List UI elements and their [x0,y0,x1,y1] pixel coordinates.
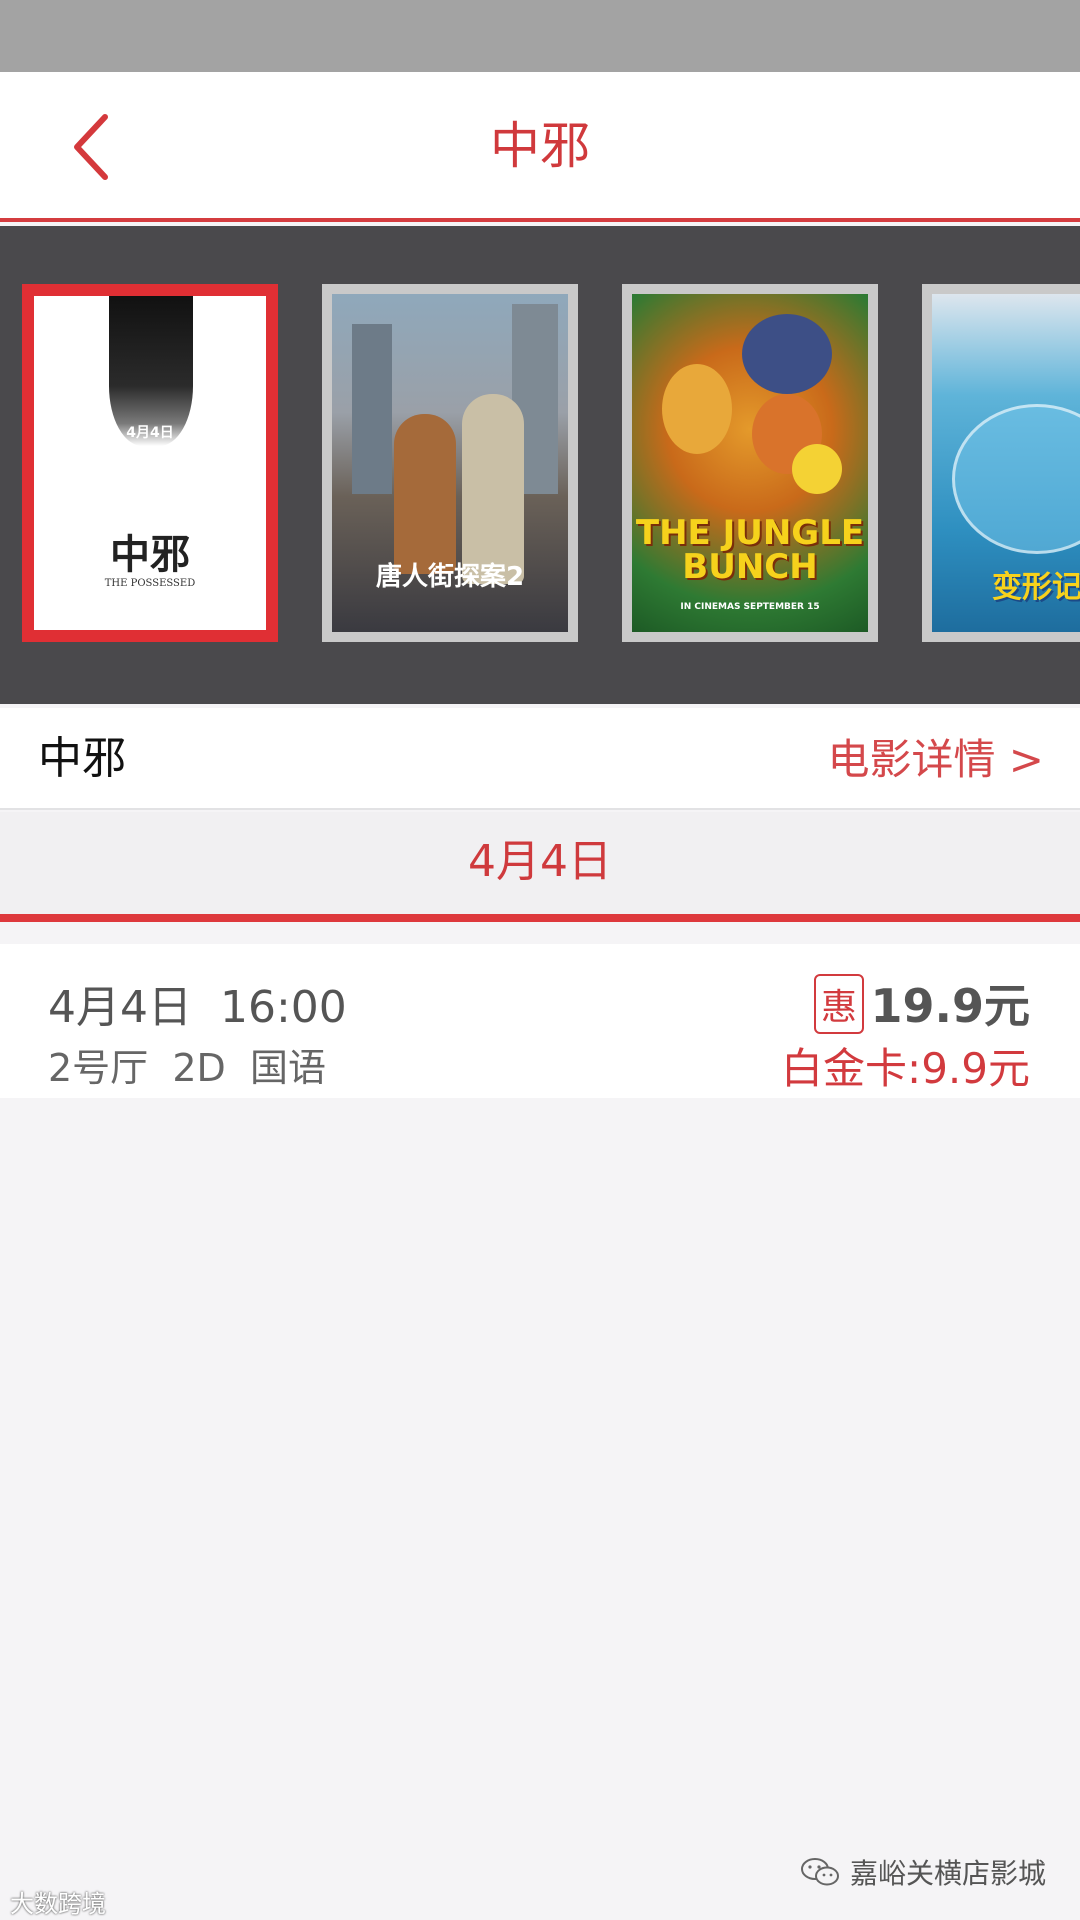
page-title: 中邪 [490,117,590,175]
promo-badge: 惠 [814,974,864,1034]
show-language: 国语 [249,1046,326,1090]
movie-info-row: 中邪 电影详情 > [0,708,1080,810]
poster-art [352,324,392,494]
status-bar [0,0,1080,72]
show-time: 16:00 [219,982,347,1033]
movie-detail-link[interactable]: 电影详情 > [827,732,1044,788]
watermark-text: 嘉峪关横店影城 [849,1857,1046,1890]
member-price: 白金卡:9.9元 [781,1044,1030,1093]
poster-art [662,364,732,454]
poster-title: 变形记 [992,570,1080,605]
show-price: 19.9元 [870,979,1031,1033]
poster-possessed[interactable]: 4月4日 中邪 THE POSSESSED [22,284,278,642]
poster-subtitle: IN CINEMAS SEPTEMBER 15 [680,602,820,612]
poster-title: THE JUNGLE BUNCH [635,513,865,587]
showtime-row[interactable]: 4月4日 16:00 2号厅 2D 国语 惠 19.9元 白金卡:9.9元 [0,944,1080,1098]
poster-carousel[interactable]: 4月4日 中邪 THE POSSESSED 唐人街探案2 THE JUNGLE … [0,226,1080,704]
poster-detective-chinatown[interactable]: 唐人街探案2 [322,284,578,642]
poster-subtitle: THE POSSESSED [104,578,196,589]
show-format: 2D [172,1046,226,1090]
show-date: 4月4日 [48,982,192,1033]
poster-art [952,404,1080,554]
watermark-left: 大数跨境 [10,1890,106,1918]
poster-title: 唐人街探案2 [375,562,525,592]
show-hall: 2号厅 [48,1046,149,1090]
poster-jungle-bunch[interactable]: THE JUNGLE BUNCH IN CINEMAS SEPTEMBER 15 [622,284,878,642]
show-hall-info: 2号厅 2D 国语 [48,1044,326,1092]
show-datetime: 4月4日 16:00 [48,980,347,1036]
poster-art [394,414,456,574]
watermark-right: 嘉峪关横店影城 [800,1852,1046,1892]
date-tab[interactable]: 4月4日 [0,834,1080,890]
poster-boonie-bears[interactable]: 变形记 [922,284,1080,642]
poster-title: 中邪 [110,531,190,578]
wechat-icon [800,1858,839,1886]
poster-art [792,444,842,494]
poster-date: 4月4日 [126,425,174,441]
poster-art [742,314,832,394]
date-tab-bar: 4月4日 [0,812,1080,922]
header: 中邪 [0,72,1080,222]
movie-name: 中邪 [38,733,126,784]
